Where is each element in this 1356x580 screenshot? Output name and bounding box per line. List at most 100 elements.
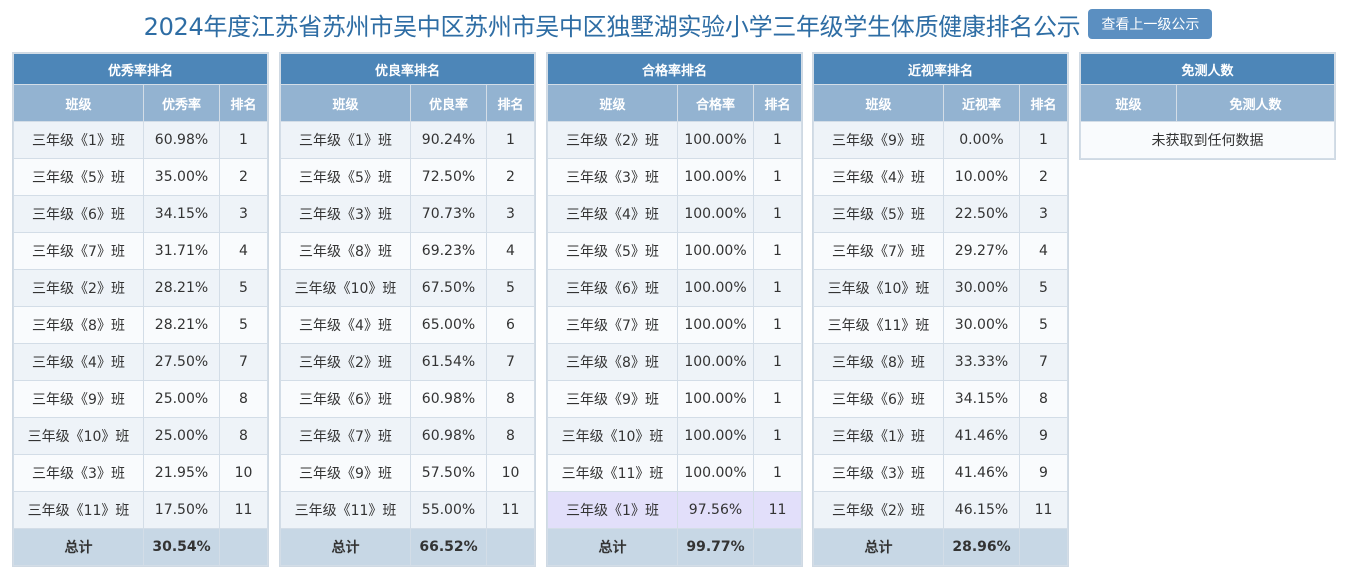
- rate-cell: 60.98%: [410, 417, 487, 455]
- table-row: 三年级《8》班 69.23% 4: [280, 232, 535, 270]
- rate-cell: 27.50%: [143, 343, 220, 381]
- rank-cell: 1: [486, 121, 535, 159]
- rank-cell: 7: [219, 343, 268, 381]
- column-header-rank: 排名: [219, 84, 268, 122]
- rank-cell: 8: [219, 417, 268, 455]
- rate-cell: 100.00%: [677, 269, 754, 307]
- column-header-exempt-count: 免测人数: [1176, 84, 1335, 122]
- total-row: 总计 99.77%: [547, 528, 802, 566]
- table-row: 三年级《1》班 60.98% 1: [13, 121, 268, 159]
- column-header-rate: 近视率: [943, 84, 1020, 122]
- class-cell: 三年级《5》班: [547, 232, 678, 270]
- rank-cell: 1: [753, 380, 802, 418]
- class-cell: 三年级《8》班: [13, 306, 144, 344]
- class-cell: 三年级《3》班: [813, 454, 944, 492]
- pass-rate-panel: 合格率排名 班级 合格率 排名 三年级《2》班 100.00% 1 三年级《3》班 100.00…: [546, 52, 803, 567]
- rate-cell: 60.98%: [410, 380, 487, 418]
- rank-cell: 2: [1019, 158, 1068, 196]
- rate-cell: 97.56%: [677, 491, 754, 529]
- pass-rate-table: 合格率排名 班级 合格率 排名 三年级《2》班 100.00% 1 三年级《3》班 100.00…: [547, 53, 802, 566]
- class-cell: 三年级《6》班: [280, 380, 411, 418]
- rank-cell: 1: [753, 454, 802, 492]
- table-row: 三年级《1》班 97.56% 11: [547, 491, 802, 529]
- rate-cell: 57.50%: [410, 454, 487, 492]
- table-row: 三年级《7》班 100.00% 1: [547, 306, 802, 344]
- rank-cell: 1: [753, 158, 802, 196]
- total-label: 总计: [13, 528, 144, 566]
- table-row: 三年级《6》班 60.98% 8: [280, 380, 535, 418]
- empty-state-text: 未获取到任何数据: [1080, 121, 1335, 159]
- total-rank: [1019, 528, 1068, 566]
- table-row: 三年级《7》班 31.71% 4: [13, 232, 268, 270]
- total-rank: [753, 528, 802, 566]
- class-cell: 三年级《6》班: [547, 269, 678, 307]
- rate-cell: 41.46%: [943, 454, 1020, 492]
- rank-cell: 1: [219, 121, 268, 159]
- panel-title: 优良率排名: [280, 53, 535, 85]
- table-row: 三年级《8》班 100.00% 1: [547, 343, 802, 381]
- exempt-table: 免测人数 班级 免测人数 未获取到任何数据: [1080, 53, 1335, 159]
- table-row: 三年级《2》班 61.54% 7: [280, 343, 535, 381]
- rate-cell: 29.27%: [943, 232, 1020, 270]
- rank-cell: 1: [1019, 121, 1068, 159]
- table-row: 三年级《2》班 28.21% 5: [13, 269, 268, 307]
- rate-cell: 31.71%: [143, 232, 220, 270]
- class-cell: 三年级《10》班: [13, 417, 144, 455]
- rate-cell: 65.00%: [410, 306, 487, 344]
- panel-title: 近视率排名: [813, 53, 1068, 85]
- class-cell: 三年级《5》班: [813, 195, 944, 233]
- class-cell: 三年级《9》班: [280, 454, 411, 492]
- rate-cell: 61.54%: [410, 343, 487, 381]
- table-row: 三年级《3》班 21.95% 10: [13, 454, 268, 492]
- class-cell: 三年级《6》班: [813, 380, 944, 418]
- total-row: 总计 28.96%: [813, 528, 1068, 566]
- view-parent-publicity-button[interactable]: 查看上一级公示: [1088, 9, 1213, 39]
- rate-cell: 70.73%: [410, 195, 487, 233]
- column-header-class: 班级: [280, 84, 411, 122]
- rank-cell: 2: [486, 158, 535, 196]
- rank-cell: 11: [219, 491, 268, 529]
- table-row: 三年级《5》班 100.00% 1: [547, 232, 802, 270]
- total-label: 总计: [547, 528, 678, 566]
- excellence-rate-table: 优秀率排名 班级 优秀率 排名 三年级《1》班 60.98% 1 三年级《5》班 35.00% 2…: [13, 53, 268, 566]
- rate-cell: 100.00%: [677, 158, 754, 196]
- table-row: 三年级《4》班 100.00% 1: [547, 195, 802, 233]
- rate-cell: 35.00%: [143, 158, 220, 196]
- rate-cell: 41.46%: [943, 417, 1020, 455]
- column-header-rank: 排名: [1019, 84, 1068, 122]
- rank-cell: 4: [486, 232, 535, 270]
- rank-cell: 4: [1019, 232, 1068, 270]
- class-cell: 三年级《3》班: [13, 454, 144, 492]
- table-row: 三年级《10》班 25.00% 8: [13, 417, 268, 455]
- rate-cell: 69.23%: [410, 232, 487, 270]
- table-row: 三年级《7》班 60.98% 8: [280, 417, 535, 455]
- class-cell: 三年级《6》班: [13, 195, 144, 233]
- class-cell: 三年级《11》班: [280, 491, 411, 529]
- rate-cell: 30.00%: [943, 269, 1020, 307]
- class-cell: 三年级《5》班: [280, 158, 411, 196]
- rate-cell: 67.50%: [410, 269, 487, 307]
- rank-cell: 5: [1019, 269, 1068, 307]
- class-cell: 三年级《10》班: [813, 269, 944, 307]
- table-row: 三年级《8》班 28.21% 5: [13, 306, 268, 344]
- rank-cell: 10: [486, 454, 535, 492]
- rank-cell: 3: [486, 195, 535, 233]
- panel-title: 合格率排名: [547, 53, 802, 85]
- table-row: 三年级《9》班 100.00% 1: [547, 380, 802, 418]
- table-row: 三年级《5》班 72.50% 2: [280, 158, 535, 196]
- rank-cell: 11: [1019, 491, 1068, 529]
- rank-cell: 5: [1019, 306, 1068, 344]
- class-cell: 三年级《7》班: [280, 417, 411, 455]
- class-cell: 三年级《10》班: [280, 269, 411, 307]
- table-row: 三年级《6》班 34.15% 8: [813, 380, 1068, 418]
- column-header-class: 班级: [13, 84, 144, 122]
- table-row: 三年级《4》班 65.00% 6: [280, 306, 535, 344]
- table-row: 三年级《11》班 17.50% 11: [13, 491, 268, 529]
- table-row: 三年级《11》班 55.00% 11: [280, 491, 535, 529]
- class-cell: 三年级《9》班: [547, 380, 678, 418]
- table-row: 三年级《11》班 30.00% 5: [813, 306, 1068, 344]
- total-value: 30.54%: [143, 528, 220, 566]
- rank-cell: 8: [219, 380, 268, 418]
- rate-cell: 46.15%: [943, 491, 1020, 529]
- rank-cell: 5: [486, 269, 535, 307]
